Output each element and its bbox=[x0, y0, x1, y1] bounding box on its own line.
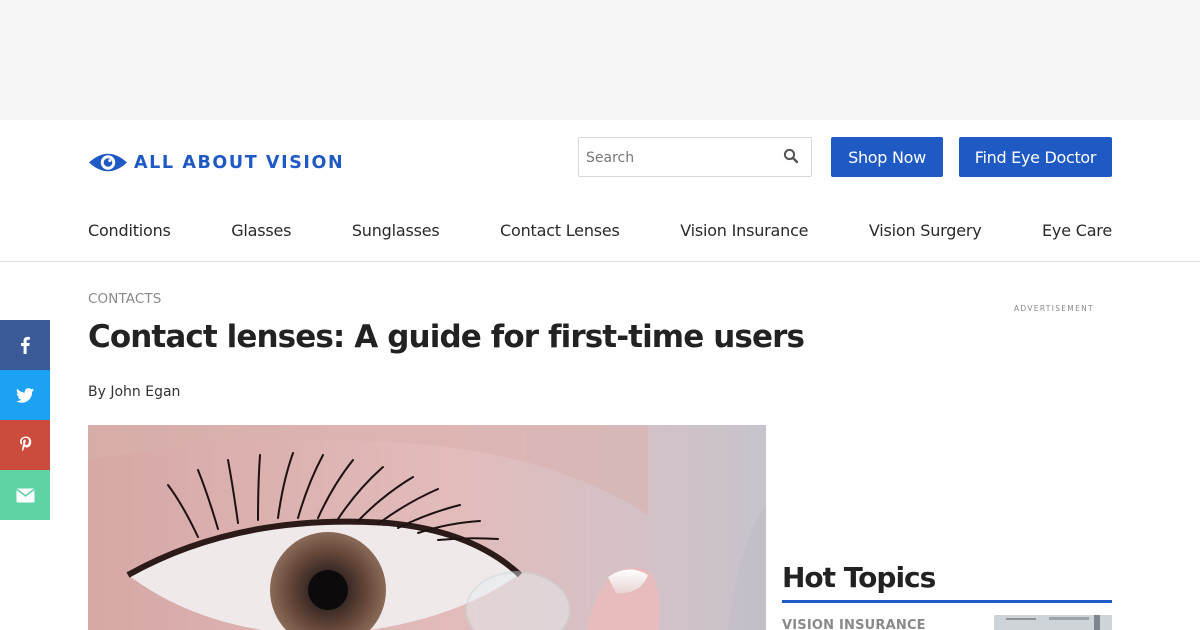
hot-topic-thumbnail[interactable] bbox=[994, 615, 1112, 630]
search-input[interactable] bbox=[586, 147, 776, 169]
nav-divider bbox=[0, 261, 1200, 262]
hot-topic-category[interactable]: VISION INSURANCE bbox=[782, 618, 926, 630]
nav-item-sunglasses[interactable]: Sunglasses bbox=[352, 221, 440, 245]
nav-item-vision-surgery[interactable]: Vision Surgery bbox=[869, 221, 982, 245]
top-ad-banner bbox=[0, 0, 1200, 120]
nav-item-contact-lenses[interactable]: Contact Lenses bbox=[500, 221, 620, 245]
share-twitter-button[interactable] bbox=[0, 370, 50, 420]
search-box[interactable] bbox=[578, 137, 812, 177]
twitter-icon bbox=[16, 387, 34, 403]
article-title: Contact lenses: A guide for first-time u… bbox=[88, 319, 805, 355]
article-category[interactable]: CONTACTS bbox=[88, 291, 161, 307]
logo-wordmark: ALL ABOUT VISION bbox=[134, 152, 345, 173]
share-pinterest-button[interactable] bbox=[0, 420, 50, 470]
share-facebook-button[interactable] bbox=[0, 320, 50, 370]
hero-image bbox=[88, 425, 766, 630]
article-byline[interactable]: By John Egan bbox=[88, 384, 180, 400]
nav-item-glasses[interactable]: Glasses bbox=[231, 221, 291, 245]
nav-item-vision-insurance[interactable]: Vision Insurance bbox=[680, 221, 808, 245]
hot-topics-heading: Hot Topics bbox=[782, 561, 936, 594]
advertisement-label: ADVERTISEMENT bbox=[1014, 304, 1094, 313]
eye-logo-icon bbox=[89, 153, 127, 172]
nav-item-conditions[interactable]: Conditions bbox=[88, 221, 171, 245]
hot-topics-rule bbox=[782, 600, 1112, 603]
facebook-icon bbox=[21, 336, 30, 354]
pinterest-icon bbox=[19, 436, 31, 452]
main-nav: Conditions Glasses Sunglasses Contact Le… bbox=[88, 221, 1112, 245]
search-icon[interactable] bbox=[783, 148, 799, 164]
shop-now-button[interactable]: Shop Now bbox=[831, 137, 943, 177]
share-email-button[interactable] bbox=[0, 470, 50, 520]
email-icon bbox=[15, 488, 35, 502]
site-logo[interactable]: ALL ABOUT VISION bbox=[88, 149, 344, 176]
nav-item-eye-care[interactable]: Eye Care bbox=[1042, 221, 1112, 245]
find-eye-doctor-button[interactable]: Find Eye Doctor bbox=[959, 137, 1112, 177]
